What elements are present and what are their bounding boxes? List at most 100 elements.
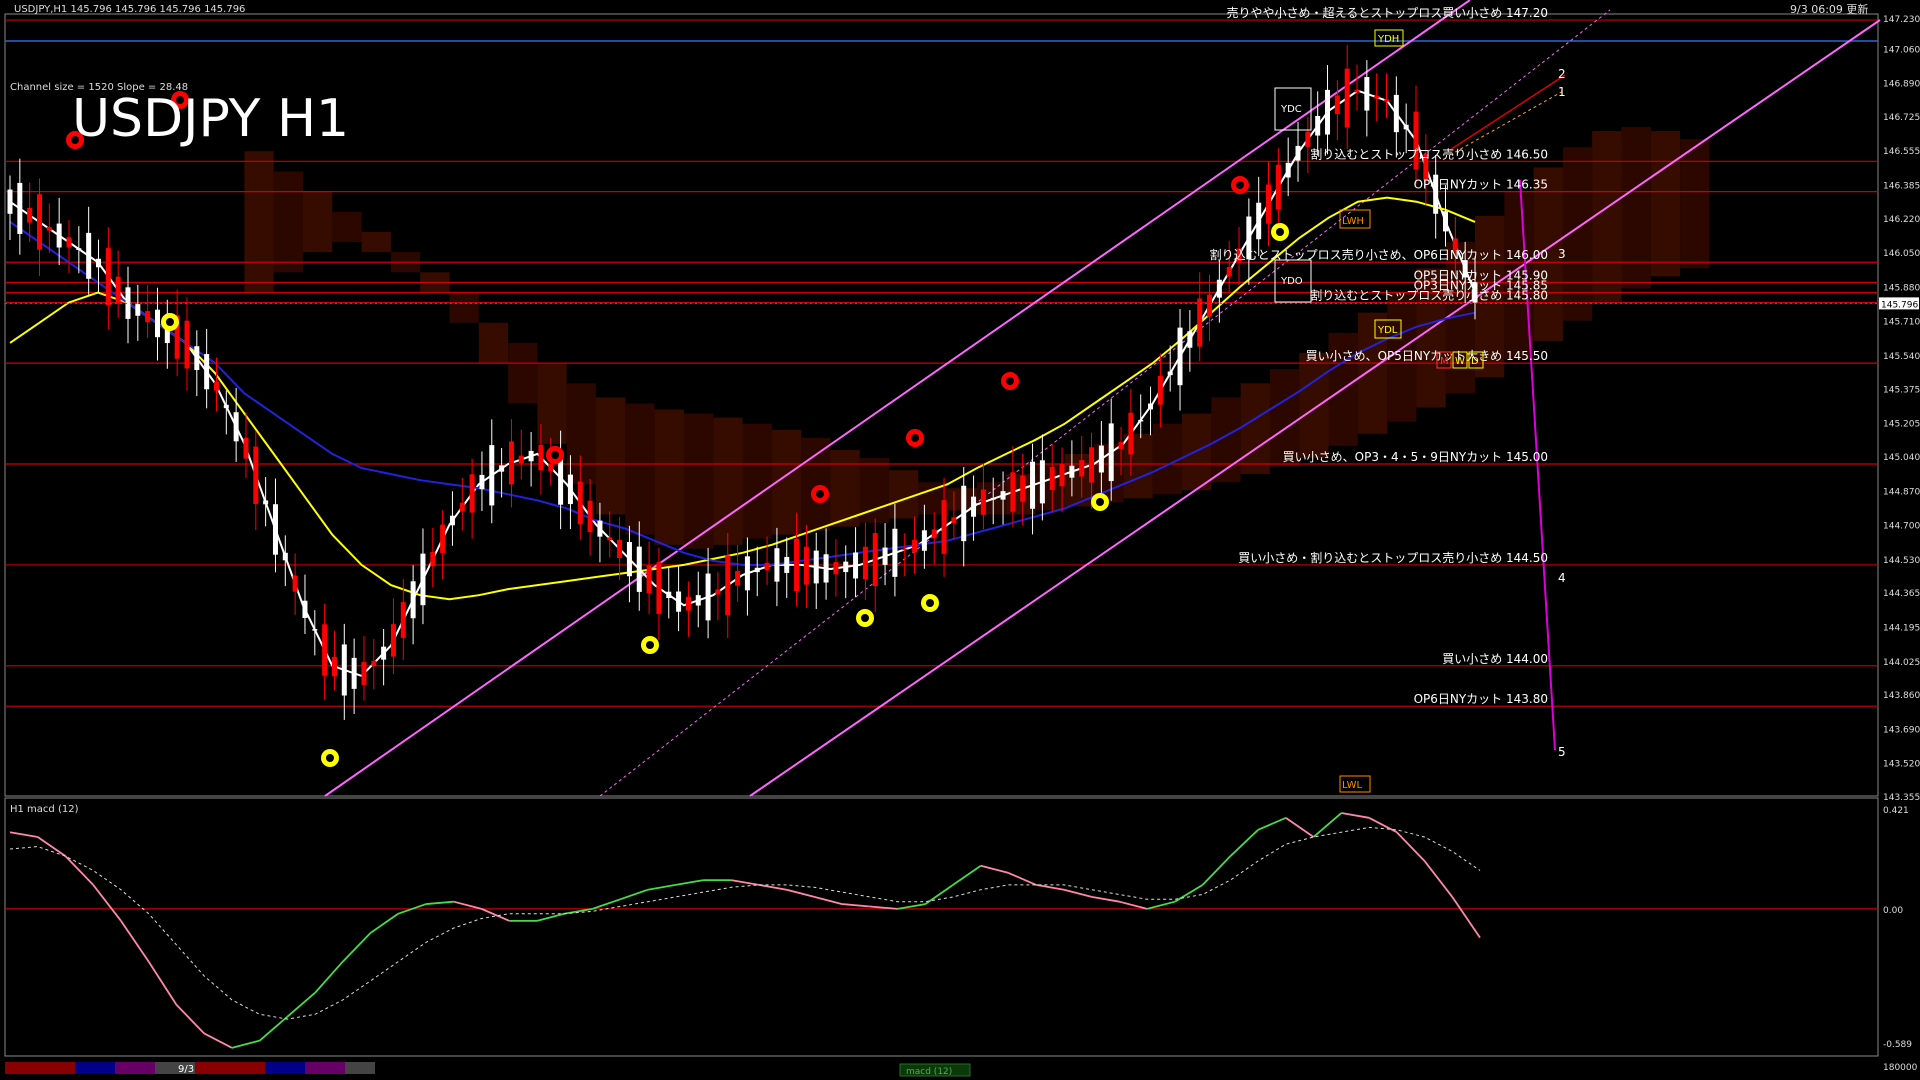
- candle-body: [636, 546, 642, 592]
- price-tick: 145.375: [1883, 385, 1920, 395]
- cloud-segment: [1680, 139, 1710, 269]
- level-label: 買い小さめ 144.00: [1442, 652, 1548, 666]
- candle-body: [322, 624, 328, 676]
- candle-body: [764, 562, 770, 571]
- candle-body: [1275, 164, 1281, 210]
- candle-body: [1039, 460, 1045, 504]
- candle-body: [774, 548, 780, 582]
- candle-body: [1187, 331, 1193, 348]
- macd-tick: 0.00: [1883, 906, 1903, 916]
- signal-marker-dot: [911, 434, 919, 442]
- cloud-segment: [1152, 423, 1182, 495]
- wave-4: 4: [1558, 571, 1566, 585]
- cloud-segment: [508, 342, 538, 404]
- candle-body: [361, 662, 367, 685]
- candle-body: [1098, 445, 1104, 473]
- cloud-segment: [449, 292, 479, 323]
- level-label: 割り込むとストップロス売り小さめ 146.50: [1310, 146, 1548, 161]
- candle-body: [489, 445, 495, 506]
- price-tick: 144.365: [1883, 589, 1920, 599]
- candle-body: [735, 571, 741, 586]
- price-tick: 144.700: [1883, 522, 1920, 532]
- candle-body: [862, 546, 868, 580]
- candle-body: [223, 404, 229, 409]
- level-label: 買い小さめ、OP3・4・5・9日NYカット 145.00: [1283, 450, 1548, 464]
- candle-body: [794, 538, 800, 591]
- d-label: D: [1471, 356, 1479, 367]
- cloud-segment: [1299, 353, 1329, 458]
- price-tick: 146.555: [1883, 147, 1920, 157]
- lwl-label: LWL: [1342, 780, 1363, 791]
- price-tick: 144.025: [1883, 658, 1920, 668]
- candle-body: [892, 528, 898, 577]
- current-price-text: 145.796: [1881, 300, 1918, 310]
- level-label: OP4日NYカット 146.35: [1414, 178, 1548, 192]
- candle-body: [213, 381, 219, 391]
- price-tick: 146.050: [1883, 249, 1920, 259]
- signal-marker-dot: [1006, 377, 1014, 385]
- candle-body: [282, 552, 288, 561]
- price-tick: 143.860: [1883, 691, 1920, 701]
- chart-canvas[interactable]: 売りやや小さめ・超えるとストップロス買い小さめ 147.20 割り込むとストップロ…: [0, 0, 1920, 1080]
- candle-body: [685, 596, 691, 611]
- candle-body: [754, 567, 760, 573]
- cloud-segment: [244, 151, 274, 293]
- candle-body: [1216, 279, 1222, 298]
- candle-body: [302, 600, 308, 618]
- cloud-segment: [303, 191, 333, 253]
- candle-body: [508, 441, 514, 485]
- level-label: 割り込むとストップロス売り小さめ、OP6日NYカット 146.00: [1210, 247, 1548, 262]
- candle-body: [1089, 447, 1095, 483]
- candle-body: [263, 500, 269, 505]
- candle-body: [351, 657, 357, 689]
- price-tick: 146.220: [1883, 215, 1920, 225]
- cloud-segment: [1240, 383, 1270, 475]
- candle-body: [95, 258, 101, 268]
- candle-body: [813, 550, 819, 584]
- bottom-date: 9/3: [178, 1064, 194, 1075]
- candle-body: [1197, 298, 1203, 347]
- price-tick: 145.205: [1883, 420, 1920, 430]
- signal-marker-dot: [861, 614, 869, 622]
- lwh-label: LWH: [1342, 216, 1364, 227]
- candle-body: [971, 496, 977, 517]
- candle-body: [459, 502, 465, 512]
- candle-body: [961, 485, 967, 542]
- ydo-label: YDO: [1280, 276, 1303, 287]
- candle-body: [833, 562, 839, 575]
- candle-body: [86, 232, 92, 279]
- candle-body: [1148, 403, 1154, 410]
- candle-body: [725, 555, 731, 616]
- candle-body: [56, 223, 62, 248]
- candle-body: [449, 515, 455, 526]
- candle-body: [872, 533, 878, 587]
- candle-body: [1364, 77, 1370, 111]
- wave-5: 5: [1558, 745, 1566, 759]
- candle-body: [1020, 475, 1026, 502]
- candle-body: [676, 591, 682, 612]
- candle-body: [204, 354, 210, 390]
- level-label: 買い小さめ、OP5日NYカット大きめ 145.50: [1306, 349, 1548, 363]
- candle-body: [941, 500, 947, 554]
- candle-body: [803, 546, 809, 585]
- price-tick: 147.230: [1883, 15, 1920, 25]
- cloud-segment: [801, 437, 831, 531]
- signal-marker-dot: [326, 754, 334, 762]
- candle-body: [784, 556, 790, 573]
- candle-body: [1384, 99, 1390, 102]
- price-tick: 145.540: [1883, 352, 1920, 362]
- candle-body: [912, 539, 918, 553]
- signal-marker-dot: [1096, 498, 1104, 506]
- candle-body: [1285, 162, 1291, 178]
- candle-body: [1266, 184, 1272, 224]
- bar-segment: [5, 1062, 75, 1074]
- candle-body: [882, 547, 888, 565]
- candle-body: [253, 446, 259, 504]
- bar-segment: [305, 1062, 345, 1074]
- candle-body: [921, 530, 927, 551]
- level-label: 割り込むとストップロス売り小さめ 145.80: [1310, 288, 1548, 303]
- candle-body: [980, 489, 986, 515]
- candle-body: [184, 320, 190, 369]
- candle-body: [1177, 327, 1183, 386]
- candle-body: [36, 194, 42, 250]
